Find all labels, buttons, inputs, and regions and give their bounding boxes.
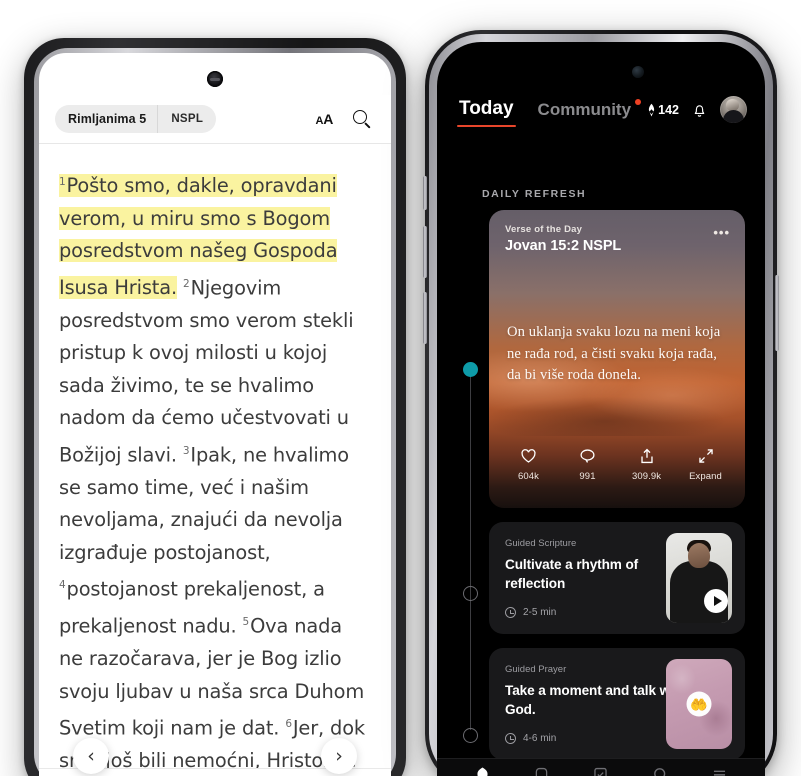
verse-text[interactable]: Njegovim posredstvom smo verom stekli pr… [59, 276, 354, 466]
sidebar-item-more[interactable] [710, 765, 729, 776]
power-button[interactable] [775, 275, 779, 351]
chapter-reference-label[interactable]: Rimljanima 5 [55, 112, 157, 126]
share-icon [640, 448, 653, 464]
card-duration: 2-5 min [505, 607, 556, 618]
verse-number: 4 [59, 579, 66, 592]
flame-icon [649, 103, 655, 116]
next-chapter-button[interactable]: › [321, 738, 357, 774]
verse-number: 2 [183, 277, 190, 290]
overflow-menu-icon[interactable]: ••• [713, 225, 730, 240]
font-size-button[interactable]: AA [316, 111, 334, 127]
action-button[interactable] [423, 176, 427, 210]
clock-icon [505, 607, 516, 618]
right-bottom-navigation [437, 758, 765, 776]
share-action[interactable]: 309.9k [617, 448, 676, 482]
header-actions: 142 [647, 96, 747, 123]
left-phone-screen: Rimljanima 5 NSPL AA 1Pošto smo, dakle, … [39, 53, 391, 776]
tab-today[interactable]: Today [457, 98, 516, 128]
expand-label: Expand [689, 471, 722, 482]
praying-hands-icon: 🤲 [686, 691, 712, 717]
plans-icon [594, 767, 608, 776]
avatar[interactable] [720, 96, 747, 123]
notification-dot [635, 99, 642, 105]
section-label-daily-refresh: DAILY REFRESH [482, 188, 587, 200]
votd-action-row: 604k 991 309.9k Expand [499, 448, 735, 482]
bell-icon[interactable] [692, 102, 707, 118]
bible-version-label[interactable]: NSPL [158, 113, 216, 125]
app-header: Today Community 142 [437, 96, 765, 144]
verse-number: 3 [182, 444, 190, 457]
timeline-node-2[interactable] [463, 586, 478, 601]
home-icon [477, 767, 488, 776]
card-duration-label: 4-6 min [523, 733, 557, 744]
presenter-head [688, 543, 710, 568]
dynamic-island [547, 56, 655, 89]
votd-kicker: Verse of the Day [505, 224, 583, 235]
verse-of-the-day-card[interactable]: Verse of the Day Jovan 15:2 NSPL ••• On … [489, 210, 745, 508]
right-phone-screen: Today Community 142 DAILY REFRESH Verse … [437, 42, 765, 776]
prayer-thumbnail[interactable]: 🤲 [666, 659, 732, 749]
heart-icon [521, 449, 536, 463]
scripture-text: 1Pošto smo, dakle, opravdani verom, u mi… [39, 144, 391, 776]
topbar-divider [39, 143, 391, 144]
right-phone-device: Today Community 142 DAILY REFRESH Verse … [423, 30, 779, 776]
play-icon[interactable] [704, 589, 728, 613]
menu-icon [713, 770, 725, 776]
front-camera-punch-hole [207, 71, 223, 87]
card-duration-label: 2-5 min [523, 607, 557, 618]
tab-community-label: Community [537, 100, 632, 119]
sidebar-item-search[interactable] [651, 765, 670, 776]
streak-counter[interactable]: 142 [647, 103, 679, 117]
votd-reference[interactable]: Jovan 15:2 NSPL [505, 238, 621, 254]
verse-number: 1 [59, 176, 66, 188]
previous-chapter-button[interactable]: ‹ [73, 738, 109, 774]
guided-scripture-card[interactable]: Guided Scripture Cultivate a rhythm of r… [489, 522, 745, 634]
header-tabs: Today Community [457, 98, 642, 128]
card-duration: 4-6 min [505, 733, 556, 744]
verse-number: 6 [285, 718, 292, 731]
screenshot-stage: Rimljanima 5 NSPL AA 1Pošto smo, dakle, … [0, 0, 801, 776]
search-icon [653, 768, 665, 776]
tab-community[interactable]: Community [537, 99, 642, 127]
search-icon[interactable] [353, 110, 371, 129]
left-phone-device: Rimljanima 5 NSPL AA 1Pošto smo, dakle, … [24, 38, 406, 776]
votd-verse-text: On uklanja svaku lozu na meni koja ne ra… [507, 324, 721, 383]
clock-icon [505, 733, 516, 744]
sidebar-item-plans[interactable] [591, 765, 610, 776]
guided-prayer-card[interactable]: Guided Prayer Take a moment and talk wit… [489, 648, 745, 760]
comment-action[interactable]: 991 [558, 448, 617, 482]
timeline-node-3[interactable] [463, 728, 478, 743]
comment-icon [580, 449, 595, 463]
volume-down-button[interactable] [423, 292, 427, 344]
timeline-line [470, 370, 472, 730]
timeline-rail [463, 362, 479, 750]
bible-icon [536, 767, 548, 776]
daily-refresh-feed: Verse of the Day Jovan 15:2 NSPL ••• On … [489, 210, 745, 760]
volume-up-button[interactable] [423, 226, 427, 278]
share-count: 309.9k [631, 471, 662, 482]
like-action[interactable]: 604k [499, 448, 558, 482]
like-count: 604k [517, 471, 539, 482]
sidebar-item-home[interactable] [473, 765, 492, 776]
expand-action[interactable]: Expand [676, 448, 735, 482]
bible-reader-topbar: Rimljanima 5 NSPL AA [39, 95, 391, 143]
timeline-node-active[interactable] [463, 362, 478, 377]
expand-icon [698, 449, 713, 463]
sidebar-item-bible[interactable] [532, 765, 551, 776]
chapter-version-pill[interactable]: Rimljanima 5 NSPL [55, 105, 217, 133]
verse-number: 5 [242, 616, 250, 629]
streak-count-label: 142 [658, 102, 679, 117]
comment-count: 991 [579, 471, 596, 482]
video-thumbnail[interactable] [666, 533, 732, 623]
